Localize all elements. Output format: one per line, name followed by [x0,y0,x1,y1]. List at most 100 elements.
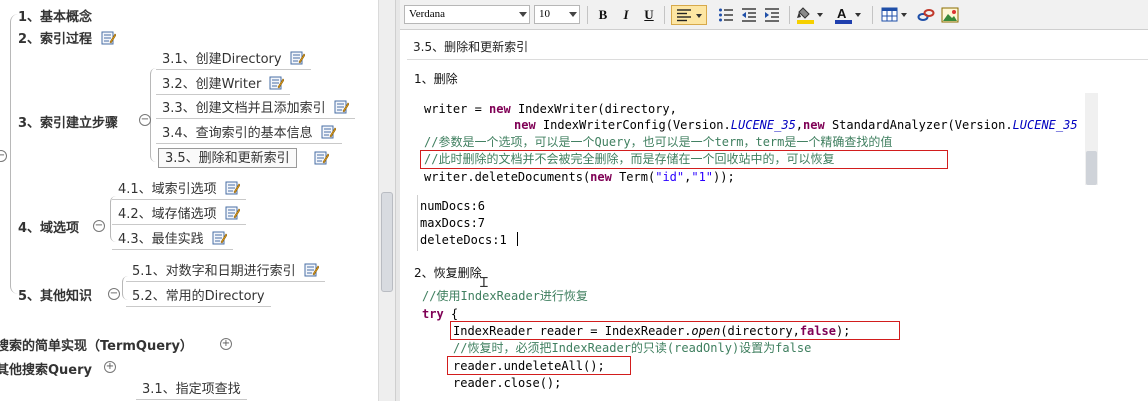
node-basic-concepts[interactable]: 1、基本概念 [18,6,92,25]
mind-map-panel[interactable]: − 1、基本概念 2、索引过程 3、索引建立步骤 − 3.1、创建Directo… [0,0,378,401]
node-index-steps[interactable]: 3、索引建立步骤 [18,112,118,131]
node-best-practice[interactable]: 4.3、最佳实践 [112,230,233,250]
bold-button[interactable]: B [593,5,613,25]
italic-button[interactable]: I [616,5,636,25]
scrollbar-thumb[interactable] [381,192,393,292]
note-icon[interactable] [225,181,240,195]
code-line: try { [422,307,459,321]
max-docs-line: maxDocs:7 [420,216,486,230]
node-label: 3.4、查询索引的基本信息 [162,126,313,141]
mind-map-scrollbar[interactable] [378,0,395,401]
image-icon [941,7,959,22]
align-left-icon [677,8,702,21]
node-simple-search[interactable]: 搜索的简单实现（TermQuery） [0,335,193,354]
node-delete-update-index[interactable]: 3.5、删除和更新索引 [158,148,297,168]
note-title[interactable]: 3.5、删除和更新索引 [407,34,1148,60]
bullet-list-button[interactable] [716,5,736,25]
svg-text:A: A [837,6,847,21]
section-heading-restore: 2、恢复删除 [414,266,482,280]
link-icon [917,8,935,21]
collapse-toggle-root[interactable]: − [0,150,7,162]
code-line: writer = new IndexWriter(directory, [424,102,677,116]
text-cursor [517,232,518,246]
insert-image-button[interactable] [940,5,960,25]
align-left-button[interactable] [671,5,707,25]
node-label: 4.3、最佳实践 [118,232,204,247]
node-create-directory[interactable]: 3.1、创建Directory [156,50,311,70]
code-comment: //使用IndexReader进行恢复 [422,289,588,303]
font-color-button[interactable]: A [834,5,864,25]
node-label: 3、索引建立步骤 [18,116,119,131]
format-toolbar: Verdana 10 B I U A [400,0,1148,30]
note-icon[interactable] [212,231,227,245]
note-icon[interactable] [314,151,329,165]
node-index-process[interactable]: 2、索引过程 [18,28,116,47]
font-family-value: Verdana [409,8,446,20]
node-index-number-date[interactable]: 5.1、对数字和日期进行索引 [126,262,325,282]
indent-icon [765,7,779,22]
node-label: 3.1、指定项查找 [142,382,241,397]
underline-button[interactable]: U [639,5,659,25]
indent-button[interactable] [762,5,782,25]
index-counts-block[interactable]: numDocs:6 maxDocs:7 deleteDocs:1 [417,195,538,251]
node-create-writer[interactable]: 3.2、创建Writer [156,75,291,95]
collapse-toggle-index-steps[interactable]: − [139,114,151,126]
note-icon[interactable] [269,76,285,90]
expand-toggle-simple-search[interactable]: + [220,338,232,350]
font-color-icon: A [835,6,861,24]
note-editor[interactable]: Verdana 10 B I U A 3.5、删除和更新索引 1、删除 writ… [400,0,1148,401]
node-field-index-option[interactable]: 4.1、域索引选项 [112,180,246,200]
note-icon[interactable] [290,51,305,65]
node-label: 4、域选项 [18,221,80,236]
font-size-select[interactable]: 10 [534,5,580,24]
delete-docs-line: deleteDocs:1 [420,233,507,247]
note-icon[interactable] [304,263,319,277]
note-icon[interactable] [225,206,240,220]
highlight-box [447,356,631,375]
note-icon[interactable] [101,31,116,45]
node-query-index-info[interactable]: 3.4、查询索引的基本信息 [156,124,342,144]
bullet-list-icon [719,8,733,21]
node-label: 4.1、域索引选项 [118,182,217,197]
node-other-search-query[interactable]: 其他搜索Query [0,359,92,378]
note-icon[interactable] [321,125,336,139]
collapse-toggle-field-options[interactable]: − [93,220,105,232]
highlighter-icon [797,6,823,24]
chevron-down-icon [569,12,577,17]
insert-table-button[interactable] [880,5,910,25]
node-other-knowledge[interactable]: 5、其他知识 [18,285,92,304]
node-label: 3.3、创建文档并且添加索引 [162,101,326,116]
code-line: writer.deleteDocuments(new Term("id","1"… [424,170,735,184]
node-label: 其他搜索Query [0,363,93,378]
font-family-select[interactable]: Verdana [404,5,530,24]
node-label: 3.1、创建Directory [162,52,282,67]
expand-toggle-other-search[interactable]: + [104,361,116,373]
node-common-directory[interactable]: 5.2、常用的Directory [126,287,271,307]
note-body[interactable]: 1、删除 ` writer = new IndexWriter(director… [400,60,1148,401]
chevron-down-icon [519,12,527,17]
code-comment: //恢复时，必须把IndexReader的只读(readOnly)设置为fals… [453,341,812,355]
node-label: 5、其他知识 [18,289,93,304]
highlight-box [450,321,900,340]
code-block-delete[interactable]: ` writer = new IndexWriter(directory, ne… [422,93,1084,185]
note-icon[interactable] [334,100,349,114]
outdent-button[interactable] [739,5,759,25]
connector [10,14,19,294]
node-label: 3.5、删除和更新索引 [165,151,290,166]
scrollbar-thumb[interactable] [1086,151,1097,185]
insert-link-button[interactable] [916,5,936,25]
node-create-document[interactable]: 3.3、创建文档并且添加索引 [156,99,355,119]
code-line: ` [424,93,431,99]
node-field-options[interactable]: 4、域选项 [18,217,79,236]
node-label: 2、索引过程 [18,32,93,47]
highlight-box [420,150,948,169]
toolbar-divider [872,6,873,24]
highlight-color-button[interactable] [796,5,826,25]
collapse-toggle-other-knowledge[interactable]: − [108,288,120,300]
node-field-store-option[interactable]: 4.2、域存储选项 [112,205,246,225]
outdent-icon [742,7,756,22]
node-specify-term-search[interactable]: 3.1、指定项查找 [136,380,247,400]
code-block-scrollbar[interactable] [1085,93,1098,185]
node-label: 4.2、域存储选项 [118,207,217,222]
node-label: 3.2、创建Writer [162,77,262,92]
